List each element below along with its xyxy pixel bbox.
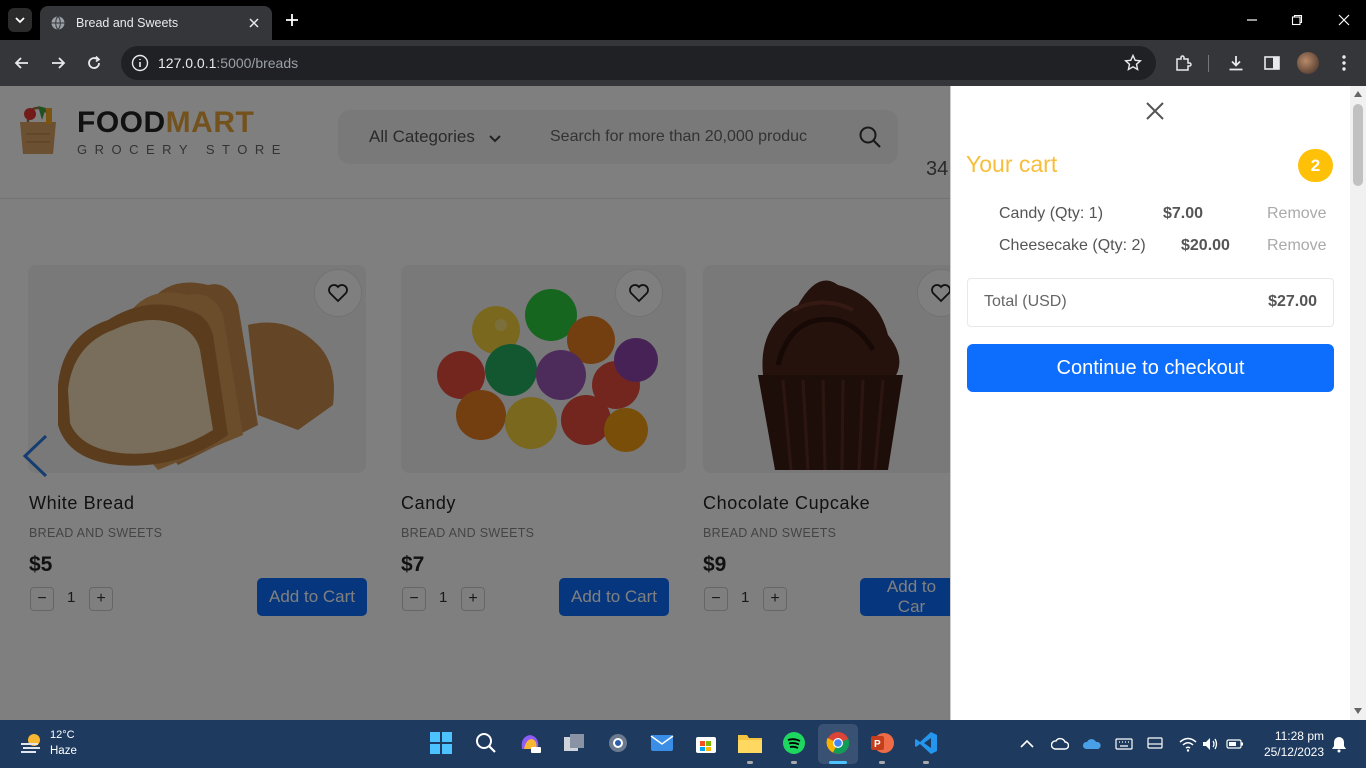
restore-icon[interactable]	[1287, 10, 1307, 30]
active-tab[interactable]: Bread and Sweets	[40, 6, 272, 40]
cart-title: Your cart	[966, 151, 1058, 177]
extensions-puzzle-icon[interactable]	[1172, 52, 1194, 74]
spotify-icon[interactable]	[781, 730, 807, 756]
cart-offcanvas: Your cart 2 Candy (Qty: 1) $7.00 Remove …	[950, 86, 1350, 720]
address-bar[interactable]: 127.0.0.1:5000/breads	[121, 46, 1156, 80]
scrollbar-thumb[interactable]	[1353, 104, 1363, 186]
powerpoint-icon[interactable]: P	[869, 730, 895, 756]
chevron-down-icon	[15, 17, 25, 24]
keyboard-icon[interactable]	[1115, 735, 1133, 753]
store-page: FOODMART GROCERY STORE All Categories 34…	[0, 86, 950, 720]
running-indicator	[879, 761, 885, 764]
clock-time[interactable]: 11:28 pm	[1272, 729, 1324, 743]
settings-gear-icon[interactable]	[605, 730, 631, 756]
file-explorer-icon[interactable]	[737, 730, 763, 756]
back-arrow-icon[interactable]	[11, 52, 33, 74]
bookmark-star-icon[interactable]	[1124, 54, 1142, 72]
reload-icon[interactable]	[83, 52, 105, 74]
browser-tab-bar: Bread and Sweets	[0, 0, 1366, 40]
page-scrollbar[interactable]	[1350, 86, 1366, 720]
mail-icon[interactable]	[649, 730, 675, 756]
scroll-down-arrow-icon[interactable]	[1354, 708, 1362, 714]
chevron-up-icon[interactable]	[1018, 735, 1036, 753]
notification-bell-icon[interactable]	[1330, 735, 1348, 753]
active-indicator	[829, 761, 847, 764]
toolbar-divider	[1208, 55, 1209, 72]
profile-avatar[interactable]	[1297, 52, 1319, 74]
total-label: Total (USD)	[984, 293, 1067, 310]
total-value: $27.00	[1268, 293, 1317, 310]
chrome-icon[interactable]	[825, 730, 851, 756]
scroll-up-arrow-icon[interactable]	[1354, 91, 1362, 97]
display-icon[interactable]	[1146, 735, 1164, 753]
microsoft-store-icon[interactable]	[693, 730, 719, 756]
cart-item-name: Cheesecake (Qty: 2)	[999, 237, 1146, 254]
running-indicator	[791, 761, 797, 764]
downloads-icon[interactable]	[1225, 52, 1247, 74]
running-indicator	[923, 761, 929, 764]
url-text: 127.0.0.1:5000/breads	[158, 55, 299, 71]
task-view-icon[interactable]	[561, 730, 587, 756]
cart-item-price: $7.00	[1163, 205, 1204, 222]
cart-item-name: Candy (Qty: 1)	[999, 205, 1104, 222]
cart-item-price: $20.00	[1181, 237, 1230, 254]
onedrive-cloud-icon[interactable]	[1083, 735, 1101, 753]
clock-date[interactable]: 25/12/2023	[1258, 745, 1324, 759]
weather-condition: Haze	[50, 745, 77, 757]
volume-icon[interactable]	[1201, 735, 1219, 753]
side-panel-icon[interactable]	[1261, 52, 1283, 74]
windows-start-icon[interactable]	[428, 730, 454, 756]
checkout-button[interactable]: Continue to checkout	[967, 344, 1334, 392]
running-indicator	[747, 761, 753, 764]
weather-temperature: 12°C	[50, 729, 75, 741]
globe-icon	[51, 16, 65, 30]
vscode-icon[interactable]	[913, 730, 939, 756]
cart-item-remove-link[interactable]: Remove	[1267, 205, 1327, 223]
browser-toolbar: 127.0.0.1:5000/breads	[0, 40, 1366, 86]
cart-total-row: Total (USD) $27.00	[967, 278, 1334, 327]
new-tab-plus-icon[interactable]	[282, 10, 302, 30]
svg-text:P: P	[874, 739, 881, 750]
modal-backdrop[interactable]	[0, 86, 950, 720]
search-icon[interactable]	[473, 730, 499, 756]
tab-title: Bread and Sweets	[76, 16, 179, 30]
window-close-icon[interactable]	[1334, 10, 1354, 30]
windows-taskbar: 12°C Haze P 11:28 pm 25/12/2023	[0, 720, 1366, 768]
battery-icon[interactable]	[1226, 735, 1244, 753]
cloud-sync-icon[interactable]	[1051, 735, 1069, 753]
close-icon[interactable]	[1144, 100, 1166, 122]
weather-haze-icon[interactable]	[18, 730, 44, 756]
copilot-icon[interactable]	[517, 730, 543, 756]
more-menu-icon[interactable]	[1333, 52, 1355, 74]
minimize-icon[interactable]	[1242, 10, 1262, 30]
site-info-icon[interactable]	[131, 54, 149, 72]
cart-item-remove-link[interactable]: Remove	[1267, 237, 1327, 255]
cart-count-badge: 2	[1298, 149, 1333, 182]
tab-close-icon[interactable]	[246, 15, 262, 31]
tab-search-button[interactable]	[8, 8, 32, 32]
wifi-icon[interactable]	[1179, 735, 1197, 753]
forward-arrow-icon[interactable]	[47, 52, 69, 74]
